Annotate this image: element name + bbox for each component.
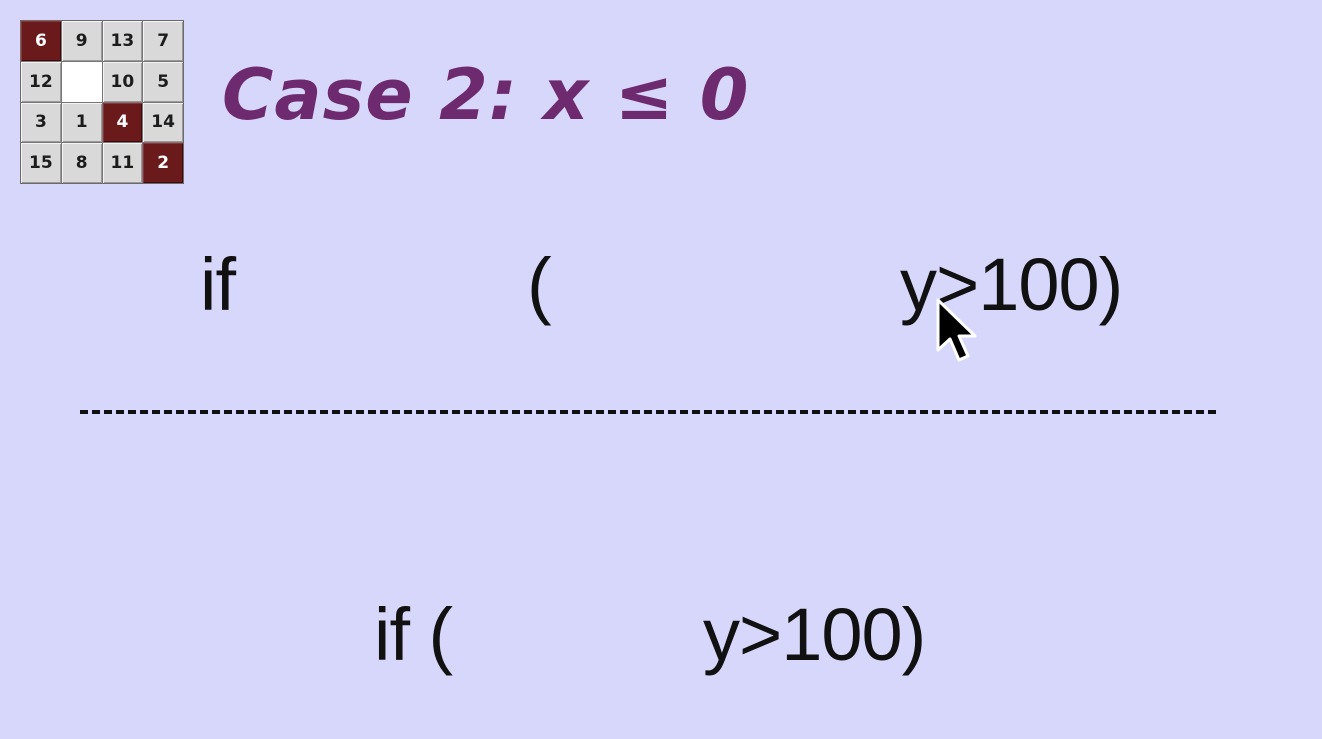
top-condition: y>100) (900, 243, 1123, 326)
puzzle-tile (61, 61, 102, 102)
puzzle-tile: 10 (102, 61, 143, 102)
puzzle-tile: 6 (21, 21, 61, 61)
puzzle-tile: 7 (143, 21, 183, 61)
puzzle-tile: 12 (21, 61, 61, 102)
bottom-if-prefix: if ( (374, 593, 453, 676)
puzzle-tile: 4 (102, 102, 143, 143)
puzzle-tile: 8 (61, 143, 102, 183)
puzzle-tile: 2 (143, 143, 183, 183)
puzzle-tile: 15 (21, 143, 61, 183)
dashed-divider (80, 410, 1216, 414)
puzzle-tile: 3 (21, 102, 61, 143)
bottom-condition: y>100) (703, 593, 926, 676)
slide: 6 9 13 7 12 10 5 3 1 4 14 15 8 11 2 Case… (0, 0, 1322, 739)
puzzle-tile: 5 (143, 61, 183, 102)
top-open-paren: ( (527, 243, 552, 326)
top-if-keyword: if (200, 243, 236, 326)
mouse-pointer-icon (936, 298, 977, 362)
puzzle-tile: 11 (102, 143, 143, 183)
puzzle-tile: 13 (102, 21, 143, 61)
fifteen-puzzle-logo: 6 9 13 7 12 10 5 3 1 4 14 15 8 11 2 (20, 20, 184, 184)
puzzle-tile: 14 (143, 102, 183, 143)
puzzle-tile: 1 (61, 102, 102, 143)
puzzle-tile: 9 (61, 21, 102, 61)
slide-title: Case 2: x ≤ 0 (222, 54, 750, 136)
